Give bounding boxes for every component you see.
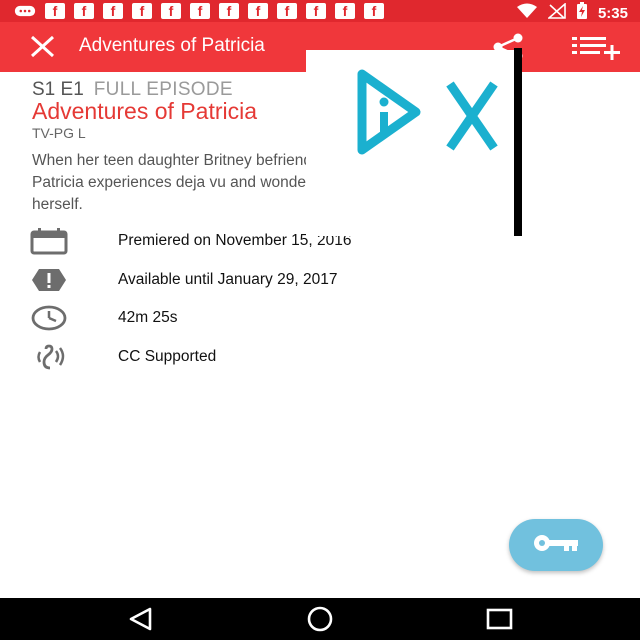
facebook-icon: f: [103, 3, 123, 19]
close-icon[interactable]: [28, 34, 58, 60]
wifi-icon: [516, 3, 538, 24]
navigation-bar: [0, 598, 640, 640]
season-episode: S1 E1: [32, 79, 84, 100]
alert-icon: [30, 266, 68, 294]
recents-icon[interactable]: [485, 606, 515, 632]
captions-status: CC Supported: [118, 348, 217, 365]
status-bar: f f f f f f f f f f f f 5:35: [0, 0, 640, 22]
page-title: Adventures of Patricia: [79, 35, 265, 56]
facebook-icon: f: [190, 3, 210, 19]
key-icon: [532, 533, 580, 558]
clock-icon: [30, 304, 68, 332]
content-rating: TV-PG L: [32, 125, 86, 141]
calendar-icon: [30, 227, 68, 255]
facebook-icon: f: [277, 3, 297, 19]
facebook-icon: f: [161, 3, 181, 19]
closed-caption-ear-icon: [30, 343, 68, 371]
signal-off-icon: [546, 2, 566, 24]
home-icon[interactable]: [305, 606, 335, 632]
facebook-icon: f: [132, 3, 152, 19]
facebook-icon: f: [45, 3, 65, 19]
facebook-icon: f: [74, 3, 94, 19]
info-row-captions: CC Supported: [0, 339, 640, 375]
add-to-queue-icon[interactable]: [570, 34, 622, 60]
ad-close-icon[interactable]: [444, 80, 500, 157]
info-row-duration: 42m 25s: [0, 300, 640, 336]
ad-choices-icon[interactable]: [354, 68, 424, 161]
overlay-edge: [514, 48, 522, 236]
episode-type-label: FULL EPISODE: [93, 79, 233, 100]
key-button[interactable]: [509, 519, 603, 571]
notification-icons: f f f f f f f f f f f f: [14, 3, 384, 19]
facebook-icon: f: [335, 3, 355, 19]
availability-date: Available until January 29, 2017: [118, 271, 338, 288]
info-row-availability: Available until January 29, 2017: [0, 262, 640, 298]
facebook-icon: f: [248, 3, 268, 19]
duration: 42m 25s: [118, 309, 178, 326]
facebook-icon: f: [306, 3, 326, 19]
back-icon[interactable]: [126, 606, 156, 632]
facebook-icon: f: [219, 3, 239, 19]
overlay-ad[interactable]: [306, 50, 518, 236]
status-time: 5:35: [597, 5, 628, 22]
episode-title: Adventures of Patricia: [32, 98, 258, 124]
facebook-icon: f: [364, 3, 384, 19]
game-controller-icon: [14, 3, 36, 19]
